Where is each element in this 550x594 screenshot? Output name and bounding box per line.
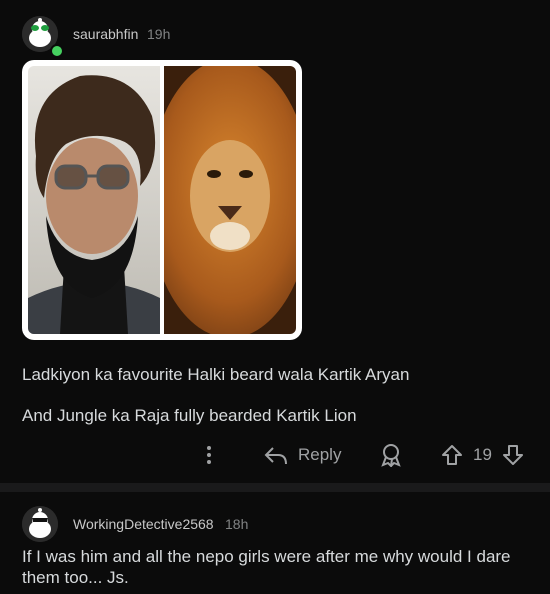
comment-image[interactable]	[22, 60, 302, 340]
comment-thread: saurabhfin 19h Ladkiyon ka favourite Hal…	[0, 0, 550, 594]
reply-label: Reply	[298, 445, 342, 464]
photo-man	[28, 66, 160, 334]
avatar[interactable]	[22, 506, 58, 542]
photo-lion	[164, 66, 296, 334]
reply-icon	[264, 444, 288, 466]
timestamp: 19h	[147, 26, 171, 42]
username[interactable]: WorkingDetective2568	[73, 516, 214, 532]
reply-button[interactable]: Reply	[264, 444, 341, 466]
vote-controls: 19	[441, 444, 524, 466]
vote-count: 19	[473, 445, 492, 464]
comment-text-1: Ladkiyon ka favourite Halki beard wala K…	[22, 365, 410, 384]
more-options-icon[interactable]	[202, 444, 216, 466]
timestamp: 18h	[225, 516, 249, 532]
online-status	[50, 44, 64, 58]
comment-text-2: And Jungle ka Raja fully bearded Kartik …	[22, 406, 357, 425]
comment-text: If I was him and all the nepo girls were…	[22, 547, 511, 587]
username[interactable]: saurabhfin	[73, 26, 138, 42]
comment-divider	[0, 483, 550, 492]
downvote-icon[interactable]	[502, 444, 524, 466]
upvote-icon[interactable]	[441, 444, 463, 466]
award-icon[interactable]	[380, 443, 402, 467]
comment-1: saurabhfin 19h Ladkiyon ka favourite Hal…	[0, 0, 550, 483]
